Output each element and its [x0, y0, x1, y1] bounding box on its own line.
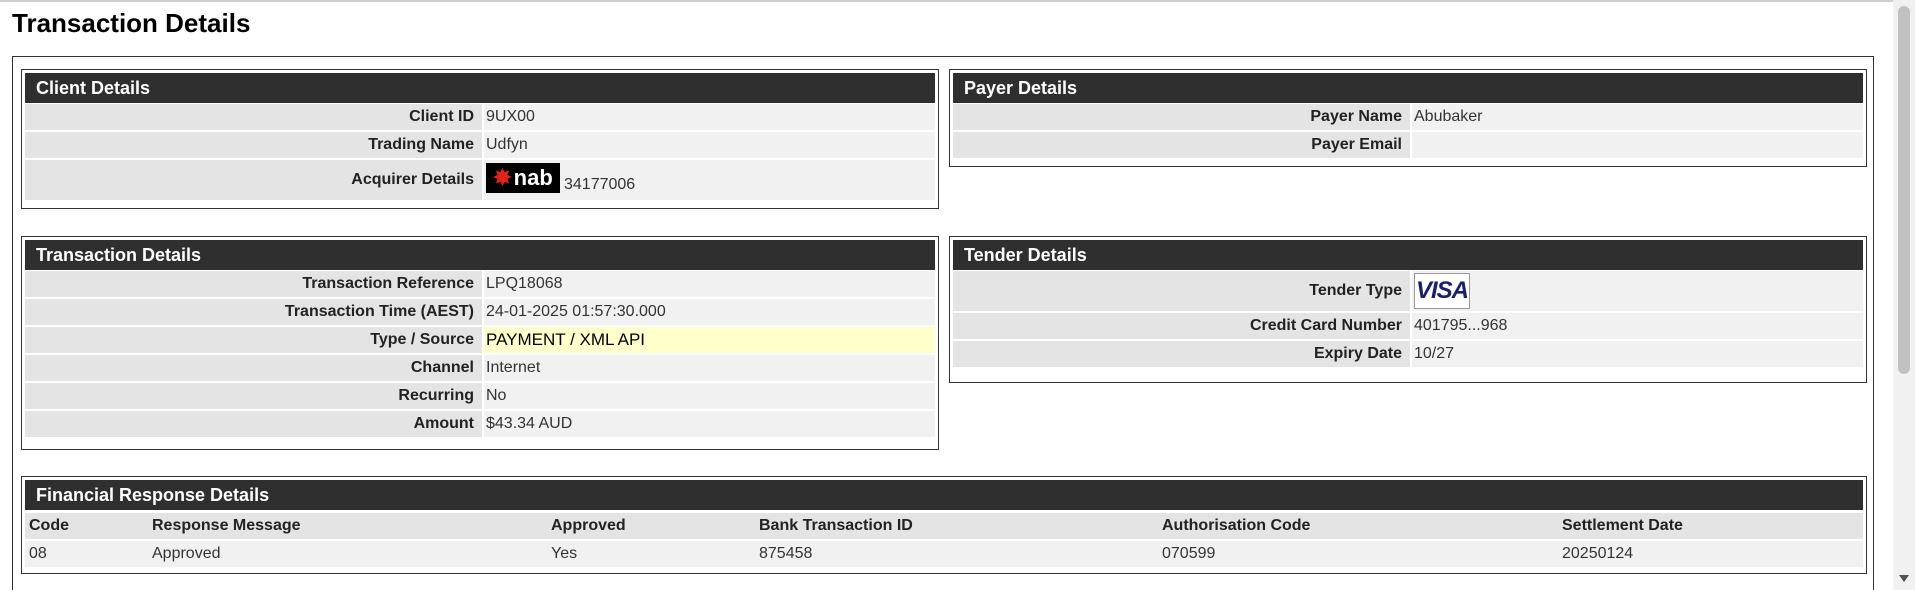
- credit-card-number-row: Credit Card Number 401795...968: [953, 313, 1863, 339]
- client-details-header: Client Details: [25, 73, 935, 103]
- cell-authorisation-code: 070599: [1158, 541, 1558, 567]
- client-details-panel: Client Details Client ID 9UX00 Trading N…: [21, 69, 939, 209]
- scroll-down-arrow-icon[interactable]: [1899, 575, 1909, 582]
- client-id-label: Client ID: [25, 104, 482, 130]
- column-header-authorisation-code: Authorisation Code: [1158, 513, 1558, 539]
- payer-details-header: Payer Details: [953, 73, 1863, 103]
- details-container: Client Details Client ID 9UX00 Trading N…: [12, 56, 1874, 590]
- page-title: Transaction Details: [12, 8, 251, 38]
- scrollbar-thumb[interactable]: [1898, 6, 1910, 374]
- amount-value: $43.34 AUD: [484, 411, 935, 437]
- transaction-reference-label: Transaction Reference: [25, 271, 482, 297]
- credit-card-number-value: 401795...968: [1412, 313, 1863, 339]
- trading-name-row: Trading Name Udfyn: [25, 132, 935, 158]
- payer-email-value: [1412, 132, 1863, 158]
- recurring-label: Recurring: [25, 383, 482, 409]
- trading-name-label: Trading Name: [25, 132, 482, 158]
- tender-details-header: Tender Details: [953, 240, 1863, 270]
- cell-bank-transaction-id: 875458: [755, 541, 1158, 567]
- recurring-value: No: [484, 383, 935, 409]
- credit-card-number-label: Credit Card Number: [953, 313, 1410, 339]
- payer-email-row: Payer Email: [953, 132, 1863, 158]
- transaction-details-header: Transaction Details: [25, 240, 935, 270]
- type-source-value: PAYMENT / XML API: [484, 327, 935, 353]
- acquirer-details-row: Acquirer Details ✸ nab 34177006: [25, 160, 935, 200]
- transaction-time-label: Transaction Time (AEST): [25, 299, 482, 325]
- table-row: 08 Approved Yes 875458 070599 20250124: [25, 541, 1863, 567]
- channel-label: Channel: [25, 355, 482, 381]
- tender-details-panel: Tender Details Tender Type VISA Credit C…: [949, 236, 1867, 383]
- transaction-time-row: Transaction Time (AEST) 24-01-2025 01:57…: [25, 299, 935, 325]
- tender-type-label: Tender Type: [953, 271, 1410, 311]
- column-header-response-message: Response Message: [148, 513, 547, 539]
- cell-settlement-date: 20250124: [1558, 541, 1863, 567]
- column-header-bank-transaction-id: Bank Transaction ID: [755, 513, 1158, 539]
- visa-logo-icon: VISA: [1414, 273, 1470, 309]
- payer-name-value: Abubaker: [1412, 104, 1863, 130]
- client-id-value: 9UX00: [484, 104, 935, 130]
- expiry-date-value: 10/27: [1412, 341, 1863, 367]
- type-source-label: Type / Source: [25, 327, 482, 353]
- acquirer-details-value: ✸ nab 34177006: [484, 160, 935, 200]
- amount-row: Amount $43.34 AUD: [25, 411, 935, 437]
- cell-response-message: Approved: [148, 541, 547, 567]
- top-divider: [0, 0, 1893, 2]
- financial-response-panel: Financial Response Details Code Response…: [21, 476, 1867, 574]
- financial-response-header: Financial Response Details: [25, 480, 1863, 510]
- payer-name-label: Payer Name: [953, 104, 1410, 130]
- transaction-time-value: 24-01-2025 01:57:30.000: [484, 299, 935, 325]
- financial-response-table: Code Response Message Approved Bank Tran…: [25, 511, 1863, 569]
- amount-label: Amount: [25, 411, 482, 437]
- client-id-row: Client ID 9UX00: [25, 104, 935, 130]
- acquirer-details-label: Acquirer Details: [25, 160, 482, 200]
- channel-row: Channel Internet: [25, 355, 935, 381]
- acquirer-number: 34177006: [564, 176, 636, 193]
- transaction-reference-row: Transaction Reference LPQ18068: [25, 271, 935, 297]
- payer-details-panel: Payer Details Payer Name Abubaker Payer …: [949, 69, 1867, 167]
- column-header-code: Code: [25, 513, 148, 539]
- column-header-approved: Approved: [547, 513, 755, 539]
- channel-value: Internet: [484, 355, 935, 381]
- nab-logo-icon: ✸ nab: [486, 163, 560, 193]
- financial-header-row: Code Response Message Approved Bank Tran…: [25, 513, 1863, 539]
- tender-type-value: VISA: [1412, 271, 1863, 311]
- payer-name-row: Payer Name Abubaker: [953, 104, 1863, 130]
- cell-code: 08: [25, 541, 148, 567]
- transaction-details-panel: Transaction Details Transaction Referenc…: [21, 236, 939, 450]
- vertical-scrollbar[interactable]: [1893, 0, 1915, 590]
- type-source-row: Type / Source PAYMENT / XML API: [25, 327, 935, 353]
- transaction-reference-value: LPQ18068: [484, 271, 935, 297]
- recurring-row: Recurring No: [25, 383, 935, 409]
- tender-type-row: Tender Type VISA: [953, 271, 1863, 311]
- expiry-date-label: Expiry Date: [953, 341, 1410, 367]
- cell-approved: Yes: [547, 541, 755, 567]
- trading-name-value: Udfyn: [484, 132, 935, 158]
- payer-email-label: Payer Email: [953, 132, 1410, 158]
- expiry-date-row: Expiry Date 10/27: [953, 341, 1863, 367]
- column-header-settlement-date: Settlement Date: [1558, 513, 1863, 539]
